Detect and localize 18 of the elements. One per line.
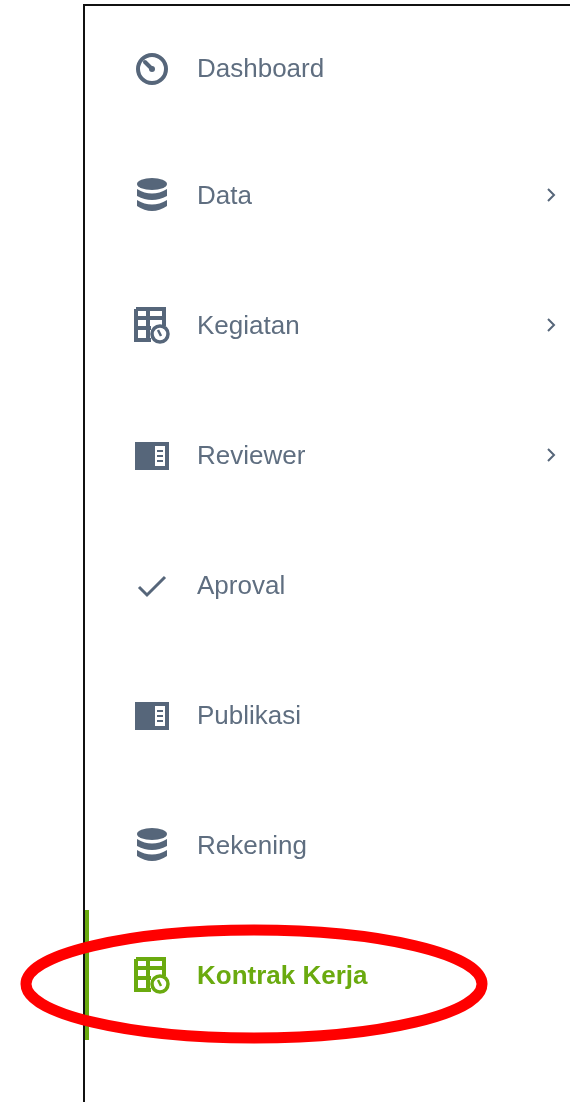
sidebar-item-label: Kontrak Kerja — [197, 959, 369, 991]
table-clock-icon — [133, 306, 171, 344]
sidebar-item[interactable]: Kontrak Kerja — [85, 910, 570, 1040]
sidebar-item-label: Rekening — [197, 829, 308, 861]
sidebar-item-label: Data — [197, 179, 253, 211]
sidebar-item-label: Dashboard — [197, 52, 326, 84]
sidebar-item-label: Aproval — [197, 569, 287, 601]
sidebar-item[interactable]: Data — [85, 130, 570, 260]
table-clock-icon — [133, 956, 171, 994]
sidebar-item[interactable]: Reviewer — [85, 390, 570, 520]
sidebar-item-label: Publikasi — [197, 699, 303, 731]
sidebar-item-label: Reviewer — [197, 439, 307, 471]
sidebar-item[interactable]: Kegiatan — [85, 260, 570, 390]
sidebar-item-label: Kegiatan — [197, 309, 301, 341]
sidebar-item[interactable]: Dashboard — [85, 6, 570, 130]
sidebar-item[interactable]: Aproval — [85, 520, 570, 650]
sidebar-item[interactable]: Rekening — [85, 780, 570, 910]
sidebar-item[interactable]: Publikasi — [85, 650, 570, 780]
